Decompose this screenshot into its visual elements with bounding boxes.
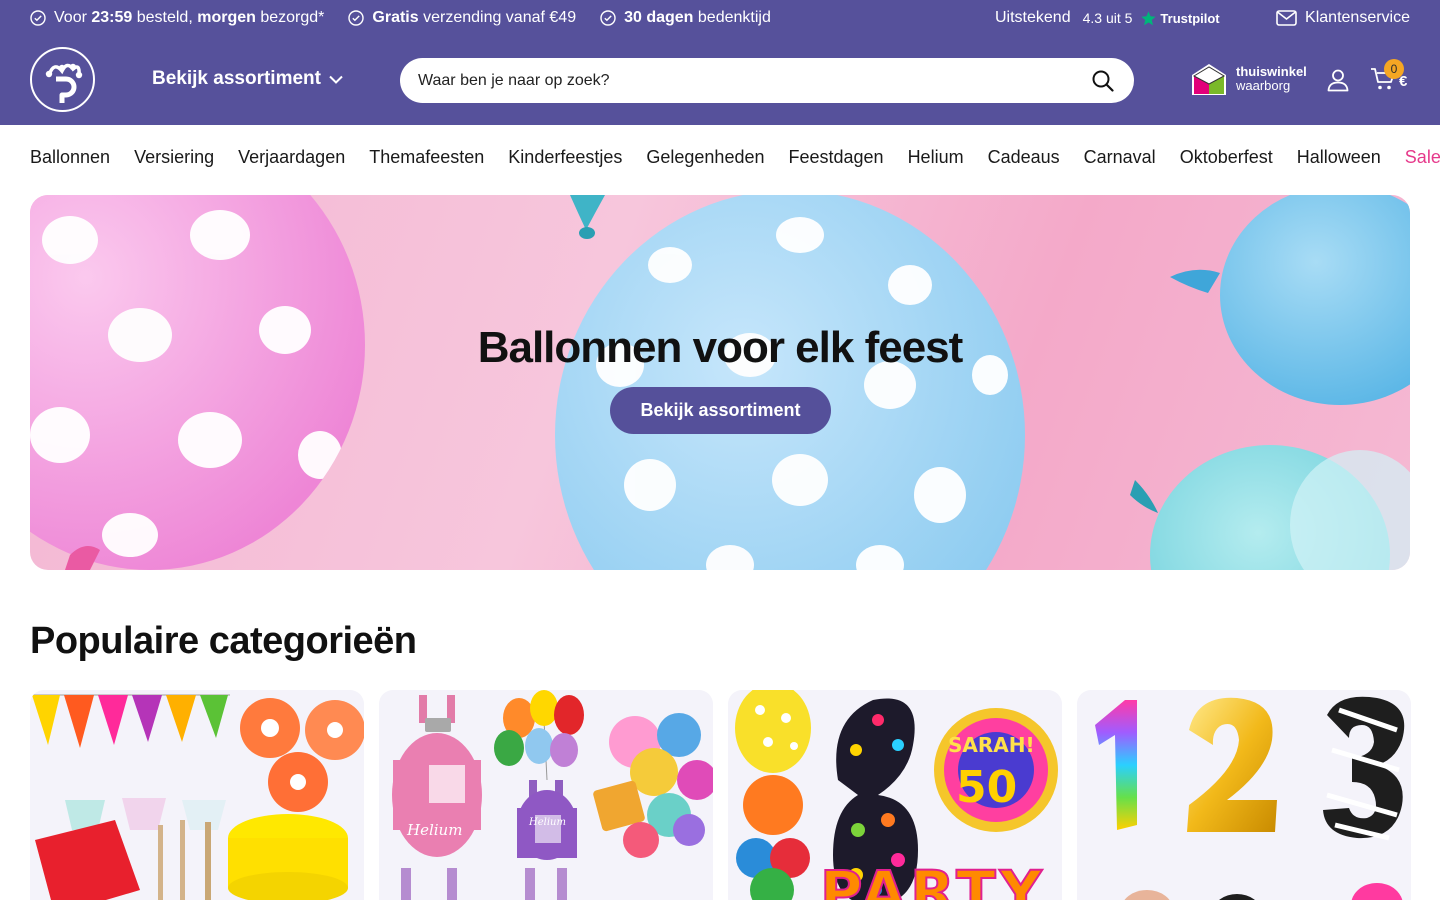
hero-banner: Ballonnen voor elk feest Bekijk assortim… [30,195,1410,570]
nav-item-carnaval[interactable]: Carnaval [1084,147,1156,168]
category-nav: Ballonnen Versiering Verjaardagen Themaf… [30,146,1440,168]
category-card-helium[interactable]: Helium Helium [379,690,713,900]
svg-text:50: 50 [956,762,1017,813]
star-icon [1141,10,1157,25]
trust-label: Uitstekend [995,9,1071,26]
number-balloons-image [1095,696,1405,900]
usp-text: 30 dagen bedenktijd [624,9,771,26]
mail-icon [1276,10,1297,26]
jester-p-logo-icon [45,63,82,103]
chevron-down-icon [329,75,343,84]
usp-delivery: Voor 23:59 besteld, morgen bezorgd* [30,9,324,27]
hero-title: Ballonnen voor elk feest [477,323,964,372]
account-button[interactable] [1326,68,1350,92]
svg-text:SARAH!: SARAH! [948,733,1035,757]
usp-bar: Voor 23:59 besteld, morgen bezorgd* Grat… [30,8,795,28]
nav-item-gelegenheden[interactable]: Gelegenheden [646,147,764,168]
trustpilot-rating[interactable]: Uitstekend 4.3 uit 5 Trustpilot [995,8,1220,28]
party-balloons-image: SARAH! 50 PARTY [735,690,1058,900]
usp-free-shipping: Gratis verzending vanaf €49 [348,9,576,27]
thuiswinkel-text: thuiswinkel waarborg [1236,64,1307,93]
site-logo[interactable] [30,47,95,112]
usp-text: Voor 23:59 besteld, morgen bezorgd* [54,9,325,26]
helium-label: Helium [406,821,462,839]
trust-score: 4.3 uit 5 [1082,10,1133,26]
check-circle-icon [30,10,46,26]
nav-item-verjaardagen[interactable]: Verjaardagen [238,147,345,168]
assortment-dropdown[interactable]: Bekijk assortiment [152,68,343,90]
search-icon [1092,70,1114,92]
category-card-decorations[interactable] [30,690,364,900]
cart-button[interactable]: 0 € [1370,59,1407,92]
decorations-image [30,694,364,900]
thuiswinkel-house-icon [1192,64,1226,95]
search-input[interactable] [418,71,1090,90]
hero-balloons-image [30,195,1410,570]
nav-item-feestdagen[interactable]: Feestdagen [788,147,883,168]
site-header: Voor 23:59 besteld, morgen bezorgd* Grat… [0,0,1440,125]
usp-return: 30 dagen bedenktijd [600,9,771,27]
trustpilot-logo: Trustpilot [1140,10,1220,27]
nav-item-kinderfeestjes[interactable]: Kinderfeestjes [508,147,622,168]
nav-item-helium[interactable]: Helium [908,147,964,168]
cart-count-badge: 0 [1384,59,1404,79]
hero-assortment-button[interactable]: Bekijk assortiment [610,387,831,434]
nav-item-cadeaus[interactable]: Cadeaus [988,147,1060,168]
nav-item-ballonnen[interactable]: Ballonnen [30,147,110,168]
nav-item-halloween[interactable]: Halloween [1297,147,1381,168]
nav-item-oktoberfest[interactable]: Oktoberfest [1180,147,1273,168]
search-button[interactable] [1090,68,1116,94]
popular-categories-title: Populaire categorieën [30,620,417,662]
category-card-number-balloons[interactable] [1077,690,1411,900]
party-text: PARTY [820,858,1046,900]
customer-service-link[interactable]: Klantenservice [1276,7,1410,29]
helium-tanks-image: Helium Helium [392,690,713,900]
user-icon [1327,69,1349,92]
nav-item-themafeesten[interactable]: Themafeesten [369,147,484,168]
svg-text:Helium: Helium [528,817,566,828]
nav-item-sale[interactable]: Sale [1405,147,1440,168]
category-cards: Helium Helium SARAH! 50 PARTY [30,690,1426,900]
search-bar [400,58,1134,103]
thuiswinkel-badge[interactable]: thuiswinkel waarborg [1190,62,1307,96]
nav-item-versiering[interactable]: Versiering [134,147,214,168]
usp-text: Gratis verzending vanaf €49 [372,9,577,26]
check-circle-icon [600,10,616,26]
check-circle-icon [348,10,365,26]
category-card-party-balloons[interactable]: SARAH! 50 PARTY [728,690,1062,900]
